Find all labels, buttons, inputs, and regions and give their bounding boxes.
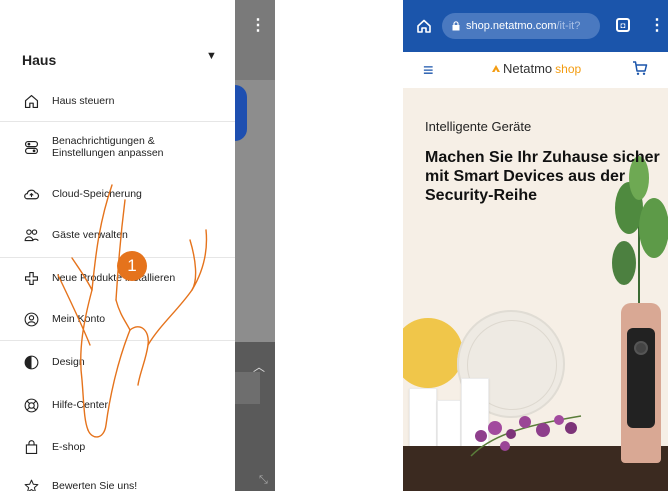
menu-item-label-line1: Benachrichtigungen & xyxy=(52,135,155,147)
settings-toggle-icon xyxy=(24,140,39,155)
app-top-bar xyxy=(235,0,275,80)
navigation-drawer: Haus ▼ Haus steuern Benachrichtigungen &… xyxy=(0,0,235,491)
netatmo-app-screen: ⋮ ︿ ⤡ Haus ▼ Haus steuern Benachrichtigu… xyxy=(0,0,275,491)
menu-item-rate-us[interactable]: Bewerten Sie uns! xyxy=(0,466,235,491)
menu-item-label: Benachrichtigungen & Einstellungen anpas… xyxy=(52,127,164,167)
menu-item-label: Gäste verwalten xyxy=(52,229,128,241)
menu-item-label: Cloud-Speicherung xyxy=(52,188,142,200)
product-door-sensor xyxy=(409,388,437,450)
flowers-decoration xyxy=(470,415,582,457)
product-smart-indoor-camera xyxy=(621,303,661,463)
guests-icon xyxy=(24,229,39,242)
menu-item-label-line2: Einstellungen anpassen xyxy=(52,147,164,159)
bottom-panel-card xyxy=(235,372,260,404)
menu-item-label: E-shop xyxy=(52,441,86,453)
home-selector[interactable]: Haus xyxy=(22,52,56,68)
divider xyxy=(0,121,235,122)
brand-suffix: shop xyxy=(555,61,582,76)
home-icon[interactable] xyxy=(416,18,432,34)
house-icon xyxy=(24,94,39,109)
expand-icon: ⤡ xyxy=(259,474,268,486)
menu-item-guests[interactable]: Gäste verwalten xyxy=(0,215,235,255)
menu-item-label: Mein Konto xyxy=(52,313,106,325)
menu-item-my-account[interactable]: Mein Konto xyxy=(0,299,235,339)
netatmo-logo-mark xyxy=(492,64,500,72)
primary-action-fab xyxy=(235,85,247,141)
menu-item-label: Design xyxy=(52,356,85,368)
shopping-bag-icon xyxy=(25,440,38,455)
account-icon xyxy=(24,312,39,327)
lock-icon xyxy=(452,21,460,31)
cart-icon[interactable] xyxy=(632,60,648,76)
dropdown-caret-icon[interactable]: ▼ xyxy=(206,50,217,62)
menu-item-help-center[interactable]: Hilfe-Center xyxy=(0,385,235,425)
product-door-sensor xyxy=(437,400,461,450)
menu-item-label: Hilfe-Center xyxy=(52,399,109,411)
add-product-icon xyxy=(24,271,39,286)
browser-shop-screen: shop.netatmo.com/it-it? ◘ ⋮ ≡ Netatmo sho… xyxy=(403,0,668,491)
menu-item-notifications[interactable]: Benachrichtigungen & Einstellungen anpas… xyxy=(0,127,235,167)
overflow-menu-icon[interactable]: ⋮ xyxy=(250,18,266,34)
lamp-decoration xyxy=(403,318,463,388)
menu-item-label: Bewerten Sie uns! xyxy=(52,480,138,491)
netatmo-shop-logo[interactable]: Netatmo shop xyxy=(491,61,581,76)
menu-item-cloud-storage[interactable]: Cloud-Speicherung xyxy=(0,174,235,214)
hero-subtitle: Intelligente Geräte xyxy=(425,119,532,134)
url-host: shop.netatmo.com xyxy=(466,20,557,32)
menu-item-label: Neue Produkte installieren xyxy=(52,272,176,284)
menu-item-eshop[interactable]: E-shop xyxy=(0,427,235,467)
tabs-icon[interactable]: ◘ xyxy=(616,18,630,32)
camera-lens xyxy=(636,343,646,353)
app-backdrop: ⋮ ︿ ⤡ xyxy=(235,0,275,491)
contrast-icon xyxy=(24,355,39,370)
menu-item-design[interactable]: Design xyxy=(0,342,235,382)
menu-item-control-home[interactable]: Haus steuern xyxy=(0,81,235,121)
browser-menu-icon[interactable]: ⋮ xyxy=(649,15,665,35)
address-bar[interactable]: shop.netatmo.com/it-it? xyxy=(442,13,600,39)
chevron-up-icon: ︿ xyxy=(253,360,266,374)
cloud-upload-icon xyxy=(24,189,40,200)
menu-item-label: Haus steuern xyxy=(52,95,115,107)
browser-toolbar: shop.netatmo.com/it-it? ◘ ⋮ xyxy=(403,0,668,52)
help-lifebuoy-icon xyxy=(24,398,39,413)
star-icon xyxy=(24,479,39,491)
step-number-badge: 1 xyxy=(117,251,147,281)
url-path: /it-it? xyxy=(556,20,581,32)
shop-header: ≡ Netatmo shop xyxy=(403,52,668,89)
divider xyxy=(0,340,235,341)
brand-name: Netatmo xyxy=(503,61,553,76)
hero-banner: Intelligente Geräte Machen Sie Ihr Zuhau… xyxy=(403,88,668,491)
hamburger-menu-icon[interactable]: ≡ xyxy=(423,61,434,79)
hero-title: Machen Sie Ihr Zuhause sicher mit Smart … xyxy=(425,149,660,204)
